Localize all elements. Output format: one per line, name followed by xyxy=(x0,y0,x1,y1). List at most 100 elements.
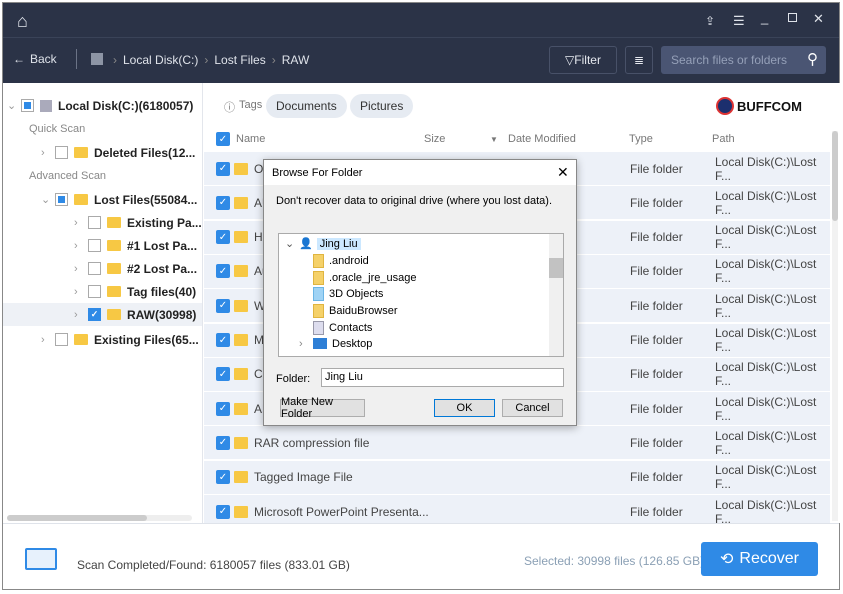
row-checkbox[interactable]: ✓ xyxy=(216,264,230,279)
tree-item[interactable]: .android xyxy=(313,252,369,269)
info-icon: ⓘ xyxy=(224,102,235,114)
folder-icon xyxy=(234,368,248,381)
folder-icon xyxy=(107,263,121,274)
buffcom-logo: BUFFCOM xyxy=(716,97,802,115)
tree-item[interactable]: › Desktop xyxy=(299,335,372,352)
checkbox[interactable] xyxy=(88,239,101,252)
tree-item[interactable]: › Existing Pa... xyxy=(74,211,202,234)
checkbox[interactable] xyxy=(55,146,68,159)
ok-button[interactable]: OK xyxy=(434,399,495,417)
folder-icon xyxy=(234,505,248,518)
col-path[interactable]: Path xyxy=(712,133,735,145)
row-type: File folder xyxy=(630,435,683,450)
row-path: Local Disk(C:)\Lost F... xyxy=(715,394,817,423)
row-type: File folder xyxy=(630,367,683,382)
row-checkbox[interactable]: ✓ xyxy=(216,195,230,210)
row-path: Local Disk(C:)\Lost F... xyxy=(715,326,817,354)
checkbox[interactable] xyxy=(55,333,68,346)
col-date[interactable]: Date Modified xyxy=(508,133,576,145)
maximize-icon[interactable] xyxy=(788,13,797,22)
make-new-folder-button[interactable]: Make New Folder xyxy=(280,396,365,420)
sidebar: ⌄ Local Disk(C:)(6180057) Quick Scan › Del… xyxy=(3,83,203,523)
footer: Scan Completed/Found: 6180057 files (833… xyxy=(3,523,839,589)
checkbox[interactable] xyxy=(21,99,34,112)
select-all-checkbox[interactable]: ✓ xyxy=(216,132,230,146)
desktop-icon xyxy=(313,338,327,349)
col-name[interactable]: Name xyxy=(236,133,265,145)
breadcrumb-item[interactable]: Local Disk(C:) xyxy=(123,53,198,67)
tree-item-lost[interactable]: ⌄ Lost Files(55084... xyxy=(41,188,197,211)
checkbox[interactable] xyxy=(55,193,68,206)
tree-item[interactable]: › Tag files(40) xyxy=(74,280,196,303)
search-icon[interactable]: ⚲ xyxy=(807,50,818,68)
folder-icon xyxy=(313,270,324,285)
folder-icon xyxy=(74,147,88,158)
folder-tree[interactable]: ⌄ 👤 Jing Liu .android .oracle_jre_usage 3D… xyxy=(278,233,564,357)
table-row[interactable]: ✓ Tagged Image File File folder Local Di… xyxy=(204,460,830,495)
tree-item-jing-liu[interactable]: ⌄ 👤 Jing Liu xyxy=(285,235,361,252)
header: ⌂ ⇪ ☰ _ ✕ ← Back › Local Disk(C:) › Lost Fi… xyxy=(3,3,839,83)
search-input[interactable]: Search files or folders ⚲ xyxy=(661,46,826,74)
tree-item[interactable]: › #1 Lost Pa... xyxy=(74,234,197,257)
filter-button[interactable]: ▽ Filter xyxy=(549,46,617,74)
tag-documents[interactable]: Documents xyxy=(266,94,347,118)
row-path: Local Disk(C:)\Lost F... xyxy=(715,223,817,252)
tree-item[interactable]: Contacts xyxy=(313,319,372,336)
tree-item-raw[interactable]: › ✓ RAW(30998) xyxy=(3,303,202,326)
row-checkbox[interactable]: ✓ xyxy=(216,470,230,485)
row-checkbox[interactable]: ✓ xyxy=(216,161,230,176)
close-icon[interactable]: ✕ xyxy=(557,164,569,181)
row-checkbox[interactable]: ✓ xyxy=(216,230,230,245)
row-type: File folder xyxy=(630,230,683,245)
tree-item[interactable]: 3D Objects xyxy=(313,285,383,302)
horizontal-scrollbar[interactable] xyxy=(7,515,192,521)
folder-icon xyxy=(107,309,121,320)
dialog-scrollbar[interactable] xyxy=(549,234,563,356)
folder-input[interactable]: Jing Liu xyxy=(321,368,564,387)
folder-icon xyxy=(313,253,324,268)
menu-icon[interactable]: ☰ xyxy=(733,13,745,29)
tree-item[interactable]: BaiduBrowser xyxy=(313,302,397,319)
row-path: Local Disk(C:)\Lost F... xyxy=(715,154,817,183)
recover-button[interactable]: ⟲ Recover xyxy=(701,542,818,576)
folder-icon xyxy=(234,402,248,415)
row-type: File folder xyxy=(630,333,683,347)
folder-icon xyxy=(74,334,88,345)
scan-status: Scan Completed/Found: 6180057 files (833… xyxy=(77,558,350,572)
checkbox[interactable] xyxy=(88,216,101,229)
vertical-scrollbar[interactable] xyxy=(832,131,838,521)
row-checkbox[interactable]: ✓ xyxy=(216,333,230,347)
checkbox[interactable] xyxy=(88,262,101,275)
row-checkbox[interactable]: ✓ xyxy=(216,401,230,416)
section-label: Quick Scan xyxy=(29,123,86,135)
row-checkbox[interactable]: ✓ xyxy=(216,435,230,450)
row-name: RAR compression file xyxy=(254,435,370,450)
share-icon[interactable]: ⇪ xyxy=(705,14,715,28)
folder-icon xyxy=(107,240,121,251)
col-type[interactable]: Type xyxy=(629,133,653,145)
home-icon[interactable]: ⌂ xyxy=(17,11,28,32)
tree-root[interactable]: ⌄ Local Disk(C:)(6180057) xyxy=(7,94,193,117)
row-checkbox[interactable]: ✓ xyxy=(216,504,230,519)
close-icon[interactable]: ✕ xyxy=(813,11,824,27)
checkbox[interactable]: ✓ xyxy=(88,308,101,321)
row-checkbox[interactable]: ✓ xyxy=(216,367,230,382)
tree-item[interactable]: .oracle_jre_usage xyxy=(313,269,416,286)
breadcrumb-item[interactable]: RAW xyxy=(282,53,310,67)
folder-icon xyxy=(234,196,248,209)
cancel-button[interactable]: Cancel xyxy=(502,399,563,417)
row-checkbox[interactable]: ✓ xyxy=(216,298,230,313)
row-type: File folder xyxy=(630,504,683,519)
view-menu-button[interactable]: ≣ xyxy=(625,46,653,74)
tag-pictures[interactable]: Pictures xyxy=(350,94,414,118)
tree-item-existing[interactable]: › Existing Files(65... xyxy=(41,328,199,351)
tree-item-deleted[interactable]: › Deleted Files(12... xyxy=(41,141,195,164)
col-size[interactable]: Size xyxy=(424,133,445,145)
checkbox[interactable] xyxy=(88,285,101,298)
minimize-icon[interactable]: _ xyxy=(761,10,768,25)
tree-item[interactable]: › #2 Lost Pa... xyxy=(74,257,197,280)
back-button[interactable]: ← Back xyxy=(13,52,57,66)
table-row[interactable]: ✓ RAR compression file File folder Local… xyxy=(204,426,830,461)
folder-icon xyxy=(74,194,88,205)
breadcrumb-item[interactable]: Lost Files xyxy=(214,53,265,67)
